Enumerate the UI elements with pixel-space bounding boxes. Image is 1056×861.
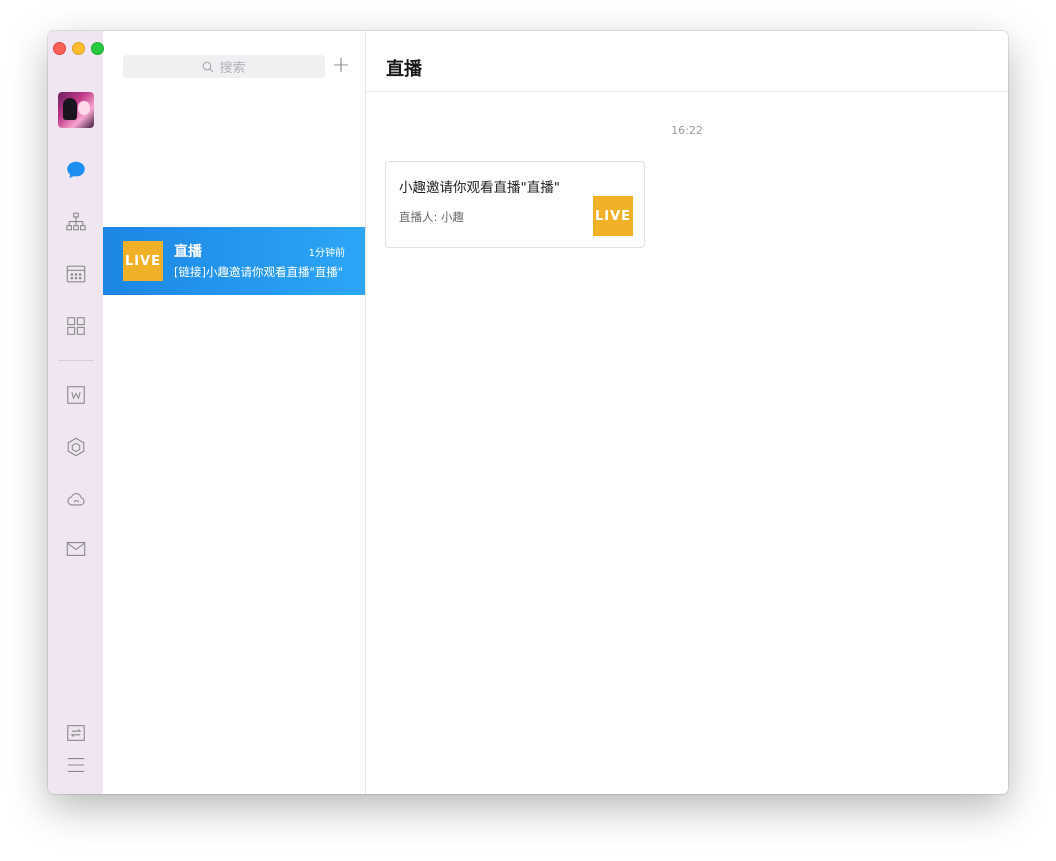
nav-rail — [48, 31, 104, 794]
org-chart-icon[interactable] — [63, 209, 89, 235]
chat-icon[interactable] — [63, 157, 89, 183]
conversation-preview: [链接]小趣邀请你观看直播"直播" — [174, 265, 344, 279]
search-placeholder: 搜索 — [219, 61, 246, 76]
rail-divider — [58, 360, 94, 361]
menu-icon[interactable] — [63, 752, 89, 778]
calendar-icon[interactable] — [63, 261, 89, 287]
conversation-title: 直播 — [174, 244, 202, 260]
apps-grid-icon[interactable] — [63, 313, 89, 339]
cube-icon[interactable] — [63, 434, 89, 460]
mail-icon[interactable] — [63, 536, 89, 562]
user-avatar[interactable] — [58, 92, 94, 128]
card-live-badge: LIVE — [593, 196, 633, 236]
conversation-time: 1分钟前 — [308, 248, 345, 259]
chat-title: 直播 — [386, 59, 422, 80]
maximize-window-button[interactable] — [91, 42, 104, 55]
close-window-button[interactable] — [53, 42, 66, 55]
minimize-window-button[interactable] — [72, 42, 85, 55]
add-button[interactable]: + — [331, 55, 351, 77]
message-timestamp: 16:22 — [671, 124, 703, 137]
transfer-icon[interactable] — [63, 720, 89, 746]
conversation-item[interactable]: LIVE 直播 1分钟前 [链接]小趣邀请你观看直播"直播" — [103, 227, 365, 295]
card-host: 直播人: 小趣 — [399, 210, 465, 224]
app-window: 搜索 + LIVE 直播 1分钟前 [链接]小趣邀请你观看直播"直播" 直播 1… — [48, 31, 1008, 794]
search-input[interactable]: 搜索 — [123, 55, 325, 78]
chat-header: 直播 — [366, 31, 1008, 92]
search-icon — [203, 61, 214, 72]
traffic-lights — [53, 42, 104, 55]
live-invite-card[interactable]: 小趣邀请你观看直播"直播" 直播人: 小趣 LIVE — [385, 161, 645, 248]
card-title: 小趣邀请你观看直播"直播" — [399, 180, 560, 196]
conversation-list-pane: 搜索 + LIVE 直播 1分钟前 [链接]小趣邀请你观看直播"直播" — [103, 31, 366, 794]
chat-pane: 直播 16:22 小趣邀请你观看直播"直播" 直播人: 小趣 LIVE — [366, 31, 1008, 794]
word-doc-icon[interactable] — [63, 382, 89, 408]
live-badge: LIVE — [123, 241, 163, 281]
cloud-icon[interactable] — [63, 486, 89, 512]
